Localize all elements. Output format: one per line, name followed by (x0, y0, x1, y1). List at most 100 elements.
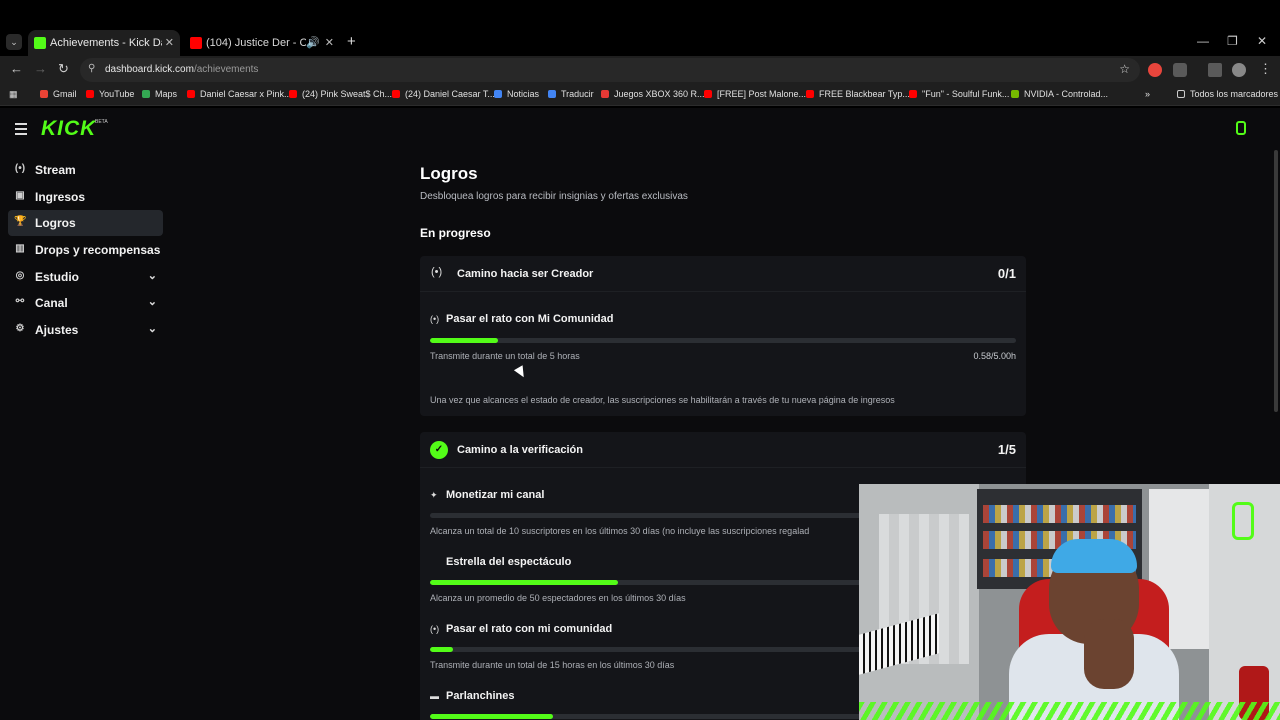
maps-icon (142, 90, 150, 98)
chevron-down-icon[interactable]: ⌄ (148, 322, 157, 335)
extension-icon[interactable] (1148, 63, 1162, 77)
sidebar-item-stream[interactable]: (•) Stream (8, 157, 163, 183)
progress-fill (430, 714, 554, 719)
sidebar-item-label: Canal (35, 296, 68, 310)
bookmark-gmail[interactable]: Gmail (40, 89, 77, 99)
folder-icon (1177, 90, 1185, 98)
xbox-site-icon (601, 90, 609, 98)
kick-logo[interactable]: KICK (41, 117, 96, 141)
youtube-icon (909, 90, 917, 98)
bookmarks-overflow-icon[interactable]: » (1145, 89, 1150, 99)
youtube-icon (86, 90, 94, 98)
address-bar[interactable]: ⚲ dashboard.kick.com/achievements ☆ (80, 58, 1140, 82)
tab-search-button[interactable]: ⌄ (6, 34, 22, 50)
achievement-title: Estrella del espectáculo (446, 556, 572, 568)
progress-fill (430, 647, 454, 652)
bookmarks-bar: ▦ Gmail YouTube Maps Daniel Caesar x Pin… (0, 84, 1280, 106)
studio-icon: ◎ (15, 270, 25, 281)
menu-kebab-icon[interactable]: ⋮ (1259, 61, 1272, 77)
bookmark-nvidia[interactable]: NVIDIA - Controlad... (1011, 89, 1108, 99)
kick-wall-logo-icon (1232, 502, 1254, 540)
sidebar-item-ajustes[interactable]: ⚙ Ajustes ⌄ (8, 317, 163, 343)
bookmark-youtube[interactable]: YouTube (86, 89, 134, 99)
reload-icon[interactable]: ↻ (58, 61, 69, 77)
tab-kick-dashboard[interactable]: Achievements - Kick Dashboard ✕ (28, 30, 180, 56)
bookmark-item[interactable]: (24) Pink Sweat$ Ch... (289, 89, 392, 99)
bookmark-item[interactable]: [FREE] Post Malone... (704, 89, 806, 99)
close-tab-icon[interactable]: ✕ (325, 30, 334, 56)
sidebar-item-ingresos[interactable]: ▣ Ingresos (8, 184, 163, 210)
drops-icon: ▥ (15, 243, 25, 254)
youtube-icon (289, 90, 297, 98)
site-info-icon[interactable]: ⚲ (88, 63, 95, 74)
media-control-icon[interactable] (1208, 63, 1222, 77)
extensions-puzzle-icon[interactable] (1173, 63, 1187, 77)
card-header[interactable]: (•) Camino hacia ser Creador 0/1 (420, 256, 1026, 292)
kick-favicon-icon (34, 37, 46, 49)
bookmark-item[interactable]: Daniel Caesar x Pink... (187, 89, 292, 99)
close-window-icon[interactable]: ✕ (1257, 34, 1267, 48)
chevron-down-icon[interactable]: ⌄ (148, 295, 157, 308)
trophy-icon: 🏆 (14, 216, 27, 227)
speaker-icon[interactable]: 🔊 (306, 30, 320, 56)
tab-title: Achievements - Kick Dashboard (50, 37, 162, 49)
card-header[interactable]: ✓ Camino a la verificación 1/5 (420, 432, 1026, 468)
broadcast-icon: (•) (14, 163, 26, 174)
back-icon[interactable]: ← (10, 61, 23, 76)
youtube-icon (187, 90, 195, 98)
card-title: Camino a la verificación (457, 444, 583, 456)
close-tab-icon[interactable]: ✕ (165, 30, 174, 56)
achievement-progress-value: 0.58/5.00h (973, 351, 1016, 361)
gmail-icon (40, 90, 48, 98)
bookmark-star-icon[interactable]: ☆ (1119, 62, 1130, 76)
progress-fill (430, 580, 618, 585)
bookmark-maps[interactable]: Maps (142, 89, 177, 99)
achievement-title: Pasar el rato con Mi Comunidad (446, 313, 614, 325)
chevron-down-icon[interactable]: ⌄ (148, 269, 157, 282)
sidebar-item-drops[interactable]: ▥ Drops y recompensas (8, 237, 163, 263)
settings-icon: ⚙ (15, 323, 25, 334)
section-title-in-progress: En progreso (420, 226, 491, 240)
page-title: Logros (420, 164, 478, 183)
browser-toolbar: ← → ↻ ⚲ dashboard.kick.com/achievements … (0, 56, 1280, 84)
webcam-frame-border (859, 702, 1280, 720)
youtube-icon (806, 90, 814, 98)
bookmark-traducir[interactable]: Traducir (548, 89, 594, 99)
new-tab-button[interactable]: + (347, 33, 356, 50)
sidebar-item-label: Estudio (35, 270, 79, 284)
bookmark-item[interactable]: "Fun" - Soulful Funk... (909, 89, 1009, 99)
sidebar-item-label: Ingresos (35, 190, 86, 204)
card-count: 1/5 (997, 442, 1016, 457)
tab-title: (104) Justice Der - Covers [ (206, 37, 306, 49)
restore-icon[interactable]: ❐ (1227, 34, 1238, 48)
tab-youtube[interactable]: (104) Justice Der - Covers [ 🔊 ✕ (184, 30, 340, 56)
bookmark-item[interactable]: Juegos XBOX 360 R... (601, 89, 705, 99)
verified-check-icon: ✓ (430, 441, 448, 459)
achievement-card-creator: (•) Camino hacia ser Creador 0/1 (•) Pas… (420, 256, 1026, 416)
achievement-description: Alcanza un total de 10 suscriptores en l… (430, 526, 810, 536)
broadcast-icon: (•) (430, 624, 440, 634)
bookmark-item[interactable]: FREE Blackbear Typ... (806, 89, 910, 99)
url-text[interactable]: dashboard.kick.com/achievements (105, 64, 258, 75)
sparkle-icon: ✦ (430, 490, 438, 500)
apps-grid-icon[interactable]: ▦ (9, 89, 18, 100)
bookmark-noticias[interactable]: Noticias (494, 89, 539, 99)
sidebar-item-logros[interactable]: 🏆 Logros (8, 210, 163, 236)
sidebar-item-estudio[interactable]: ◎ Estudio ⌄ (8, 264, 163, 290)
sidebar-item-label: Stream (35, 163, 76, 177)
kick-app-icon[interactable] (1236, 121, 1246, 135)
profile-avatar[interactable] (1232, 63, 1246, 77)
sidebar-item-label: Ajustes (35, 323, 79, 337)
broadcast-icon: (•) (430, 314, 440, 324)
sidebar-item-canal[interactable]: ⚯ Canal ⌄ (8, 290, 163, 316)
minimize-icon[interactable]: — (1197, 34, 1209, 48)
card-count: 0/1 (997, 266, 1016, 281)
achievement-description: Transmite durante un total de 5 horas (430, 351, 580, 361)
scrollbar[interactable] (1274, 150, 1278, 412)
nvidia-icon (1011, 90, 1019, 98)
sidebar-item-label: Drops y recompensas (35, 243, 161, 257)
forward-icon[interactable]: → (34, 61, 47, 76)
all-bookmarks-button[interactable]: Todos los marcadores (1177, 89, 1278, 99)
bookmark-item[interactable]: (24) Daniel Caesar T... (392, 89, 495, 99)
hamburger-menu-icon[interactable] (15, 123, 27, 138)
